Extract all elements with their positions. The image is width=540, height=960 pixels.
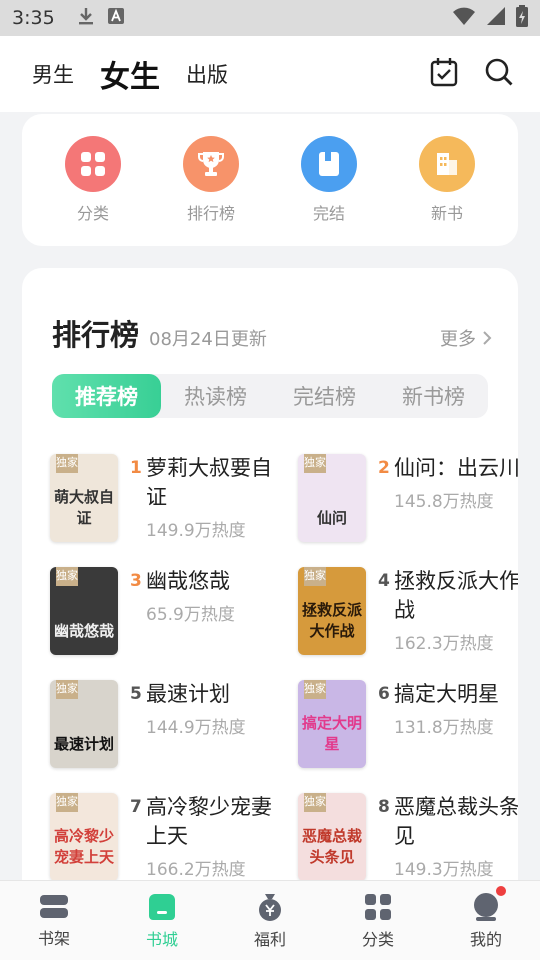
building-icon [419,136,475,192]
tab-new-books[interactable]: 新书榜 [379,374,488,418]
nav-welfare[interactable]: 福利 [230,892,310,950]
book-heat: 144.9万热度 [146,718,246,738]
book-item[interactable]: 独家 仙问 2 仙问：出云川 145.8万热度 [298,454,518,554]
bookstore-icon [149,893,175,920]
welfare-icon [259,893,281,921]
quick-category[interactable]: 分类 [43,136,143,224]
signal-icon [486,6,506,30]
book-cover: 独家 萌大叔自证 [50,454,118,542]
tab-hot-reading[interactable]: 热读榜 [161,374,270,418]
quick-newbooks[interactable]: 新书 [397,136,497,224]
notification-app-icon [107,7,125,29]
book-heat: 145.8万热度 [394,492,494,512]
ranking-title: 排行榜 [52,318,140,352]
category-icon [365,893,391,920]
book-title: 搞定大明星 [394,682,499,706]
book-cover: 独家 恶魔总裁头条见 [298,793,366,881]
book-rank: 8 [378,797,390,817]
book-heat: 149.9万热度 [146,521,246,541]
ranking-card: 排行榜 08月24日更新 更多 推荐榜 热读榜 完结榜 新书榜 独家 萌大叔自证 … [22,268,518,908]
status-bar: 3:35 [0,0,540,36]
book-rank: 6 [378,684,390,704]
book-item[interactable]: 独家 幽哉悠哉 3 幽哉悠哉 65.9万热度 [50,567,280,667]
book-cover: 独家 幽哉悠哉 [50,567,118,655]
book-cover: 独家 最速计划 [50,680,118,768]
quick-completed[interactable]: 完结 [279,136,379,224]
book-title: 恶魔总裁头条见 [394,795,518,848]
book-title: 拯救反派大作战 [394,569,518,622]
book-cover: 独家 搞定大明星 [298,680,366,768]
book-item[interactable]: 独家 萌大叔自证 1 萝莉大叔要自证 149.9万热度 [50,454,280,554]
nav-bookstore[interactable]: 书城 [122,892,202,950]
trophy-icon [183,136,239,192]
grid-icon [65,136,121,192]
book-item[interactable]: 独家 搞定大明星 6 搞定大明星 131.8万热度 [298,680,518,780]
book-rank: 2 [378,458,390,478]
book-item[interactable]: 独家 高冷黎少宠妻上天 7 高冷黎少宠妻上天 166.2万热度 [50,793,280,893]
book-title: 最速计划 [146,682,230,706]
battery-icon [516,5,528,31]
notification-dot [496,885,506,896]
book-heat: 65.9万热度 [146,605,235,625]
book-heat: 149.3万热度 [394,860,494,880]
bookshelf-icon [40,894,68,918]
tab-male[interactable]: 男生 [32,59,74,89]
book-cover: 独家 仙问 [298,454,366,542]
ranking-tabs: 推荐榜 热读榜 完结榜 新书榜 [52,374,488,418]
ranking-update-date: 08月24日更新 [149,329,267,350]
search-icon[interactable] [484,57,514,91]
book-rank: 5 [130,684,142,704]
bottom-nav: 书架 书城 福利 分类 我的 [0,880,540,960]
book-item[interactable]: 独家 最速计划 5 最速计划 144.9万热度 [50,680,280,780]
book-rank: 7 [130,797,142,817]
book-title: 高冷黎少宠妻上天 [146,795,272,848]
nav-category[interactable]: 分类 [338,892,418,950]
quick-ranking[interactable]: 排行榜 [161,136,261,224]
book-title: 萝莉大叔要自证 [146,456,272,509]
quick-entry-card: 分类 排行榜 完结 新书 [22,114,518,246]
book-title: 仙问：出云川 [394,456,518,480]
tab-publishing[interactable]: 出版 [186,59,228,89]
book-item[interactable]: 独家 恶魔总裁头条见 8 恶魔总裁头条见 149.3万热度 [298,793,518,893]
book-item[interactable]: 独家 拯救反派大作战 4 拯救反派大作战 162.3万热度 [298,567,518,667]
tab-completed[interactable]: 完结榜 [270,374,379,418]
wifi-icon [452,6,476,30]
book-heat: 162.3万热度 [394,634,494,654]
nav-bookshelf[interactable]: 书架 [14,893,94,949]
book-cover: 独家 高冷黎少宠妻上天 [50,793,118,881]
nav-profile[interactable]: 我的 [446,885,526,950]
checkin-icon[interactable] [430,57,458,91]
book-cover: 独家 拯救反派大作战 [298,567,366,655]
download-icon [77,6,95,30]
profile-icon [474,892,498,921]
book-icon [301,136,357,192]
top-nav: 男生 女生 出版 [0,36,540,112]
book-heat: 166.2万热度 [146,860,246,880]
book-rank: 1 [130,458,142,478]
chevron-right-icon [483,331,492,345]
more-link[interactable]: 更多 [440,325,492,351]
book-rank: 3 [130,571,142,591]
book-title: 幽哉悠哉 [146,569,230,593]
book-heat: 131.8万热度 [394,718,494,738]
status-time: 3:35 [12,7,55,29]
tab-female[interactable]: 女生 [98,52,162,102]
tab-recommended[interactable]: 推荐榜 [52,374,161,418]
book-rank: 4 [378,571,390,591]
